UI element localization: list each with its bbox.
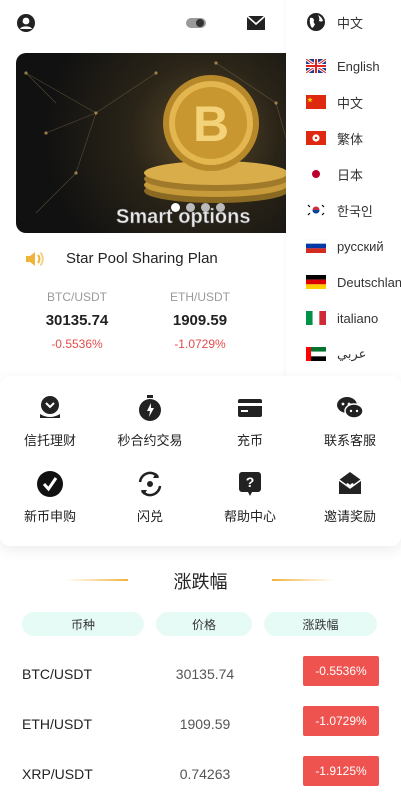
language-label: 中文 (337, 95, 364, 111)
row-price: 1909.59 (179, 716, 231, 732)
trust-icon (40, 396, 60, 418)
ticker-pair: ETH/USDT (170, 290, 230, 304)
language-label: 한국인 (337, 203, 373, 219)
menu-item-trust[interactable]: 信托理财 (0, 394, 100, 449)
carousel-dot[interactable] (216, 203, 225, 212)
invite-icon (338, 472, 362, 494)
current-language[interactable]: 中文 (306, 10, 363, 34)
banner-caption: Smart options (116, 206, 250, 228)
current-language-label: 中文 (337, 15, 364, 31)
menu-label: 联系客服 (323, 433, 376, 448)
menu-item-help-center[interactable]: ? 帮助中心 (200, 470, 300, 525)
ticker-price: 30135.74 (45, 312, 109, 329)
china-flag-icon (306, 95, 326, 109)
language-option-arabic[interactable]: عربي (306, 342, 366, 366)
language-label: عربي (337, 346, 367, 361)
bitcoin-image: B Smart options (24, 61, 298, 228)
promo-banner[interactable]: B Smart options (16, 53, 306, 233)
menu-label: 闪兑 (136, 509, 163, 524)
table-row[interactable]: XRP/USDT 0.74263 -1.9125% (0, 750, 401, 799)
germany-flag-icon (306, 275, 326, 289)
row-symbol: XRP/USDT (22, 766, 93, 782)
carousel-dot-active[interactable] (171, 203, 180, 212)
ticker-pair: BTC/USDT (47, 290, 107, 304)
carousel-dot[interactable] (186, 203, 195, 212)
row-change-badge: -0.5536% (303, 656, 379, 686)
language-option-chinese[interactable]: 中文 (306, 90, 363, 114)
market-title: 涨跌幅 (173, 572, 228, 592)
language-option-japanese[interactable]: 日本 (306, 162, 363, 186)
menu-label: 邀请奖励 (323, 509, 376, 524)
korea-flag-icon (306, 203, 326, 217)
language-label: русский (337, 238, 384, 254)
svg-text:B: B (193, 96, 229, 152)
title-divider-right (272, 579, 334, 581)
row-change-badge: -1.9125% (303, 756, 379, 786)
menu-item-flash-exchange[interactable]: 闪兑 (100, 470, 200, 525)
menu-label: 帮助中心 (223, 509, 276, 524)
russia-flag-icon (306, 239, 326, 253)
menu-label: 充币 (236, 433, 263, 448)
row-price: 0.74263 (179, 766, 231, 782)
language-label: italiano (337, 310, 379, 326)
language-option-russian[interactable]: русский (306, 234, 384, 258)
ticker-card[interactable]: BTC/USDT 30135.74 -0.5536% (22, 290, 132, 351)
menu-item-invite-reward[interactable]: 邀请奖励 (300, 470, 400, 525)
svg-text:?: ? (246, 474, 255, 490)
language-label: Deutschland (337, 274, 401, 290)
help-icon: ? (239, 472, 261, 496)
column-header-price[interactable]: 价格 (156, 612, 252, 636)
language-option-english[interactable]: English (306, 54, 380, 78)
speaker-icon (26, 251, 44, 267)
language-panel: 中文 English 中文 繁体 日本 한국인 русский Deutschl… (286, 0, 401, 378)
menu-item-seconds-contract[interactable]: 秒合约交易 (100, 394, 200, 449)
menu-label: 信托理财 (23, 433, 76, 448)
notice-text: Star Pool Sharing Plan (66, 250, 218, 267)
japan-flag-icon (306, 167, 326, 181)
language-option-italian[interactable]: italiano (306, 306, 378, 330)
italy-flag-icon (306, 311, 326, 325)
language-label: English (337, 58, 380, 74)
table-row[interactable]: ETH/USDT 1909.59 -1.0729% (0, 700, 401, 750)
menu-label: 新币申购 (23, 509, 76, 524)
chat-icon (337, 397, 364, 419)
ticker-price: 1909.59 (172, 312, 228, 329)
check-circle-icon (37, 471, 63, 497)
globe-icon (307, 13, 325, 31)
hong-kong-flag-icon (306, 131, 326, 145)
row-symbol: ETH/USDT (22, 716, 92, 732)
row-symbol: BTC/USDT (22, 666, 92, 682)
column-header-coin[interactable]: 币种 (22, 612, 144, 636)
table-row[interactable]: BTC/USDT 30135.74 -0.5536% (0, 650, 401, 700)
ticker-change: -0.5536% (51, 337, 103, 351)
carousel-dot[interactable] (201, 203, 210, 212)
language-label: 日本 (337, 167, 364, 183)
exchange-icon (138, 471, 162, 497)
language-option-traditional[interactable]: 繁体 (306, 126, 363, 150)
menu-item-new-coin[interactable]: 新币申购 (0, 470, 100, 525)
menu-label: 秒合约交易 (117, 433, 183, 448)
row-change-badge: -1.0729% (303, 706, 379, 736)
ticker-card[interactable]: ETH/USDT 1909.59 -1.0729% (145, 290, 255, 351)
toggle-icon[interactable] (185, 12, 207, 34)
menu-item-deposit[interactable]: 充币 (200, 394, 300, 449)
language-option-korean[interactable]: 한국인 (306, 198, 373, 222)
quick-menu: 信托理财 秒合约交易 充币 联系客服 新币申购 闪兑 ? 帮助中心 邀请奖励 (0, 376, 401, 546)
uae-flag-icon (306, 347, 326, 361)
menu-item-customer-service[interactable]: 联系客服 (300, 394, 400, 449)
stopwatch-icon (139, 395, 161, 421)
mail-icon[interactable] (245, 12, 267, 34)
market-section-header: 涨跌幅 (0, 568, 401, 594)
user-icon[interactable] (15, 12, 37, 34)
card-icon (238, 399, 262, 417)
notice-bar[interactable]: Star Pool Sharing Plan (24, 246, 218, 272)
column-header-change[interactable]: 涨跌幅 (264, 612, 377, 636)
ticker-change: -1.0729% (174, 337, 226, 351)
language-label: 繁体 (337, 131, 364, 147)
uk-flag-icon (306, 59, 326, 73)
row-price: 30135.74 (175, 666, 235, 682)
language-option-german[interactable]: Deutschland (306, 270, 401, 294)
